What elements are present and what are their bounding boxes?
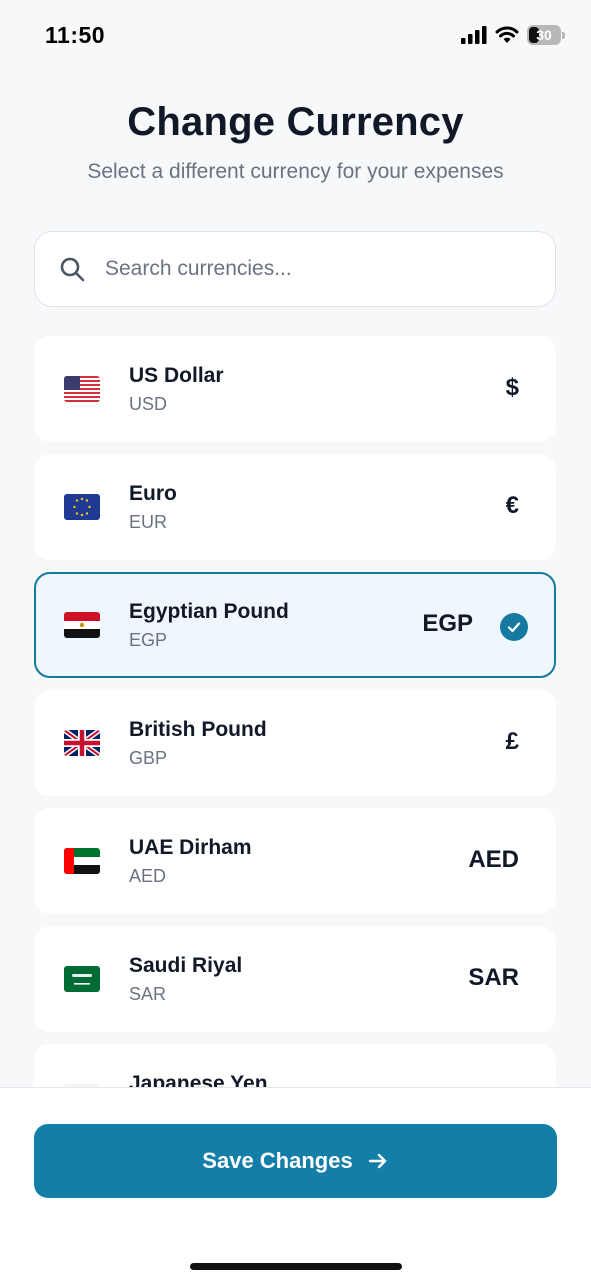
page-subtitle: Select a different currency for your exp… [87, 160, 504, 183]
currency-name: Egyptian Pound [129, 600, 289, 623]
currency-symbol: SAR [468, 964, 519, 991]
currency-code: EUR [129, 512, 168, 532]
currency-symbol: £ [505, 728, 519, 755]
uae-flag-icon [64, 848, 100, 874]
currency-code: USD [129, 394, 168, 414]
currency-name: UAE Dirham [129, 836, 252, 859]
currency-symbol: AED [468, 846, 519, 873]
currency-item-gbp[interactable]: British Pound GBP £ [34, 690, 556, 796]
currency-code: EGP [129, 630, 168, 650]
signal-icon [461, 26, 487, 44]
check-icon [500, 613, 528, 641]
save-changes-label: Save Changes [202, 1148, 353, 1173]
arrow-right-icon [368, 1153, 386, 1169]
egypt-flag-icon [64, 612, 100, 638]
saudi-flag-icon [64, 966, 100, 992]
currency-symbol: € [505, 492, 519, 519]
save-changes-button[interactable]: Save Changes [34, 1124, 557, 1198]
currency-symbol: $ [505, 374, 519, 401]
uk-flag-icon [64, 730, 100, 756]
currency-item-jpy[interactable]: Japanese Yen [34, 1044, 556, 1087]
currency-name: Japanese Yen [129, 1072, 268, 1087]
currency-item-egp[interactable]: Egyptian Pound EGP EGP [34, 572, 556, 678]
currency-code: GBP [129, 748, 168, 768]
search-box[interactable] [34, 231, 556, 307]
page-title: Change Currency [127, 100, 464, 144]
battery-icon: 30 [527, 25, 561, 45]
currency-list[interactable]: US Dollar USD $ Euro EUR € Egyptian Poun… [0, 336, 591, 1087]
us-flag-icon [64, 376, 100, 402]
currency-name: British Pound [129, 718, 267, 741]
status-icons: 30 [461, 24, 565, 46]
currency-name: Saudi Riyal [129, 954, 243, 977]
currency-item-sar[interactable]: Saudi Riyal SAR SAR [34, 926, 556, 1032]
currency-code: AED [129, 866, 167, 886]
currency-item-eur[interactable]: Euro EUR € [34, 454, 556, 560]
bottom-bar: Save Changes [0, 1087, 591, 1280]
status-time: 11:50 [45, 22, 106, 48]
wifi-icon [495, 26, 519, 43]
battery-level: 30 [536, 27, 552, 43]
currency-name: US Dollar [129, 364, 224, 387]
currency-code: SAR [129, 984, 167, 1004]
currency-item-aed[interactable]: UAE Dirham AED AED [34, 808, 556, 914]
status-bar: 11:50 30 [0, 0, 591, 70]
search-icon [60, 257, 85, 282]
currency-name: Euro [129, 482, 177, 505]
home-indicator[interactable] [190, 1263, 402, 1270]
eu-flag-icon [64, 494, 100, 520]
currency-symbol: EGP [422, 610, 473, 637]
search-input[interactable] [105, 257, 505, 281]
currency-item-usd[interactable]: US Dollar USD $ [34, 336, 556, 442]
